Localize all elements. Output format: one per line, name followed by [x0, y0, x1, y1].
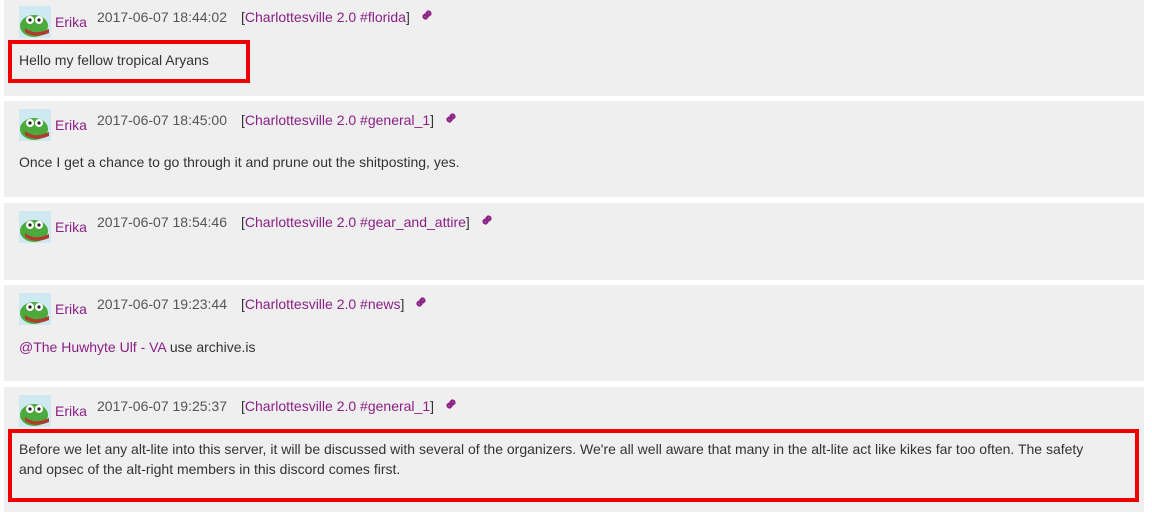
channel-link[interactable]: Charlottesville 2.0 #gear_and_attire — [245, 214, 466, 230]
username[interactable]: Erika — [55, 14, 87, 30]
timestamp: 2017-06-07 18:54:46 — [97, 214, 227, 230]
highlight-box — [8, 40, 250, 83]
username[interactable]: Erika — [55, 403, 87, 419]
message-header: Erika 2017-06-07 18:44:02 [Charlottesvil… — [19, 6, 1119, 38]
chain-link-icon[interactable] — [444, 111, 458, 128]
message-text: @The Huwhyte Ulf - VA use archive.is — [19, 337, 255, 357]
highlight-box — [8, 429, 1139, 502]
channel-link[interactable]: Charlottesville 2.0 #general_1 — [245, 398, 430, 414]
user-mention[interactable]: @The Huwhyte Ulf - VA — [19, 339, 166, 355]
username[interactable]: Erika — [55, 301, 87, 317]
timestamp: 2017-06-07 19:25:37 — [97, 398, 227, 414]
timestamp: 2017-06-07 19:23:44 — [97, 296, 227, 312]
message-text: Once I get a chance to go through it and… — [19, 154, 460, 170]
frog-avatar-icon[interactable] — [19, 109, 51, 141]
message-header: Erika 2017-06-07 18:54:46 [Charlottesvil… — [19, 211, 1119, 243]
message-card: Erika 2017-06-07 19:23:44 [Charlottesvil… — [4, 285, 1144, 381]
channel-tag: [Charlottesville 2.0 #general_1] — [241, 112, 458, 130]
message-text-rest: use archive.is — [166, 339, 256, 355]
frog-avatar-icon[interactable] — [19, 6, 51, 38]
frog-avatar-icon[interactable] — [19, 293, 51, 325]
chain-link-icon[interactable] — [420, 8, 434, 25]
message-header: Erika 2017-06-07 19:25:37 [Charlottesvil… — [19, 395, 1119, 427]
chain-link-icon[interactable] — [414, 295, 428, 312]
timestamp: 2017-06-07 18:44:02 — [97, 9, 227, 25]
timestamp: 2017-06-07 18:45:00 — [97, 112, 227, 128]
channel-link[interactable]: Charlottesville 2.0 #general_1 — [245, 112, 430, 128]
username[interactable]: Erika — [55, 219, 87, 235]
chain-link-icon[interactable] — [480, 213, 494, 230]
channel-tag: [Charlottesville 2.0 #news] — [241, 296, 428, 314]
message-header: Erika 2017-06-07 18:45:00 [Charlottesvil… — [19, 109, 1119, 141]
frog-avatar-icon[interactable] — [19, 395, 51, 427]
frog-avatar-icon[interactable] — [19, 211, 51, 243]
username[interactable]: Erika — [55, 117, 87, 133]
channel-tag: [Charlottesville 2.0 #florida] — [241, 9, 434, 27]
message-card: Erika 2017-06-07 18:45:00 [Charlottesvil… — [4, 101, 1144, 197]
channel-tag: [Charlottesville 2.0 #gear_and_attire] — [241, 214, 494, 232]
chain-link-icon[interactable] — [444, 397, 458, 414]
channel-link[interactable]: Charlottesville 2.0 #news — [245, 296, 401, 312]
channel-link[interactable]: Charlottesville 2.0 #florida — [245, 9, 406, 25]
message-card: Erika 2017-06-07 18:54:46 [Charlottesvil… — [4, 203, 1144, 280]
channel-tag: [Charlottesville 2.0 #general_1] — [241, 398, 458, 416]
message-header: Erika 2017-06-07 19:23:44 [Charlottesvil… — [19, 293, 1119, 325]
